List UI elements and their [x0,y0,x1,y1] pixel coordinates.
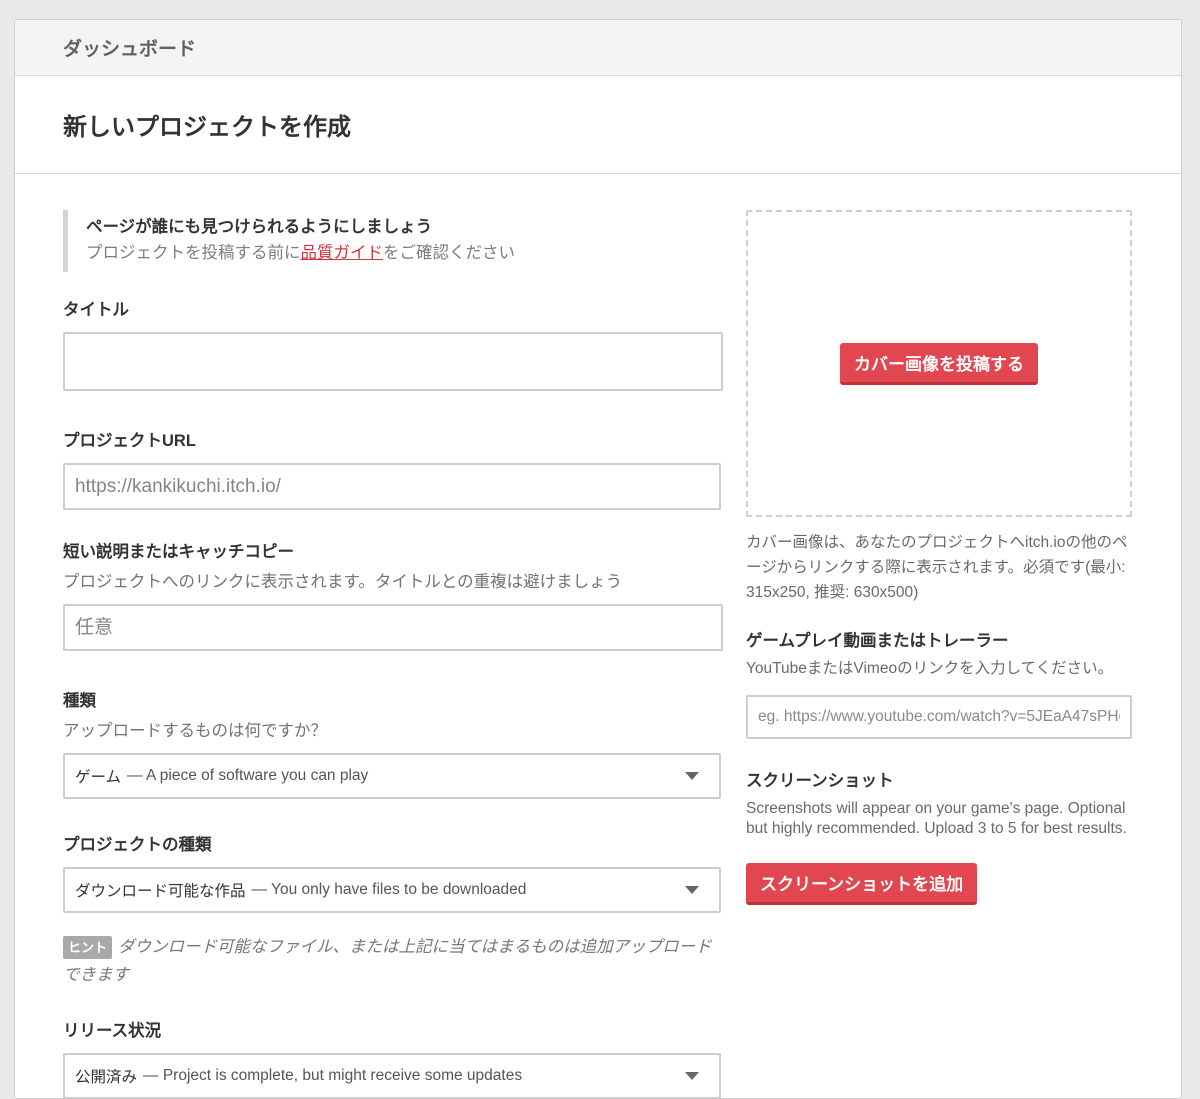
project-type-field: プロジェクトの種類 ダウンロード可能な作品 — You only have fi… [63,833,725,913]
upload-cover-button[interactable]: カバー画像を投稿する [840,342,1038,385]
project-type-selected: ダウンロード可能な作品 [75,883,246,900]
kind-help: アップロードするものは何ですか？ [63,722,327,740]
short-desc-help: プロジェクトへのリンクに表示されます。タイトルとの重複は避けましょう [63,573,623,591]
cover-drop-zone[interactable]: カバー画像を投稿する [746,210,1132,517]
project-panel: ダッシュボード 新しいプロジェクトを作成 ページが誰にも見つけられるようにしまし… [14,19,1182,1099]
kind-selected-desc: — A piece of software you can play [127,767,369,784]
form-right-column: カバー画像を投稿する カバー画像は、あなたのプロジェクトへitch.ioの他のペ… [746,210,1132,905]
project-type-label: プロジェクトの種類 [63,836,212,854]
video-field: ゲームプレイ動画またはトレーラー YouTubeまたはVimeoのリンクを入力し… [746,629,1132,739]
video-label: ゲームプレイ動画またはトレーラー [746,632,1009,650]
title-input[interactable] [63,332,723,391]
short-desc-label: 短い説明またはキャッチコピー [63,543,294,561]
notice-text: プロジェクトを投稿する前に品質ガイドをご確認ください [86,240,725,266]
title-label: タイトル [63,301,129,319]
chevron-down-icon [685,772,699,780]
video-url-input[interactable] [746,695,1132,739]
page-header: 新しいプロジェクトを作成 [15,76,1181,174]
release-select[interactable]: 公開済み — Project is complete, but might re… [63,1053,721,1099]
release-selected: 公開済み [75,1069,138,1086]
project-url-input[interactable] [63,463,721,510]
title-field: タイトル [63,298,725,391]
add-screenshot-button[interactable]: スクリーンショットを追加 [746,863,978,905]
page-title: 新しいプロジェクトを作成 [63,114,351,141]
notice-text-before: プロジェクトを投稿する前に [86,244,301,262]
chevron-down-icon [685,1072,699,1080]
kind-label: 種類 [63,692,96,710]
project-type-select[interactable]: ダウンロード可能な作品 — You only have files to be … [63,867,721,913]
kind-selected: ゲーム [75,769,122,786]
form-left-column: ページが誰にも見つけられるようにしましょう プロジェクトを投稿する前に品質ガイド… [63,210,725,1099]
notice-text-after: をご確認ください [383,244,515,262]
screenshots-help: Screenshots will appear on your game's p… [746,800,1127,837]
screenshots-label: スクリーンショット [746,772,894,790]
cover-note: カバー画像は、あなたのプロジェクトへitch.ioの他のページからリンクする際に… [746,534,1128,601]
screenshots-field: スクリーンショット Screenshots will appear on you… [746,769,1132,905]
chevron-down-icon [685,886,699,894]
video-help: YouTubeまたはVimeoのリンクを入力してください。 [746,660,1114,677]
release-label: リリース状況 [63,1022,162,1040]
hint-badge: ヒント [63,936,113,959]
release-field: リリース状況 公開済み — Project is complete, but m… [63,1019,725,1099]
breadcrumb: ダッシュボード [15,20,1181,76]
breadcrumb-dashboard-link[interactable]: ダッシュボード [63,34,196,61]
kind-field: 種類 アップロードするものは何ですか？ ゲーム — A piece of sof… [63,689,725,799]
url-field: プロジェクトURL [63,429,725,510]
release-selected-desc: — Project is complete, but might receive… [143,1067,523,1084]
quality-notice: ページが誰にも見つけられるようにしましょう プロジェクトを投稿する前に品質ガイド… [63,210,725,272]
short-desc-field: 短い説明またはキャッチコピー プロジェクトへのリンクに表示されます。タイトルとの… [63,540,725,651]
notice-title: ページが誰にも見つけられるようにしましょう [86,218,433,236]
url-label: プロジェクトURL [63,432,196,450]
short-desc-input[interactable] [63,604,723,651]
hint-text: ダウンロード可能なファイル、または上記に当てはまるものは追加アップロードできます [63,938,712,984]
kind-select[interactable]: ゲーム — A piece of software you can play [63,753,721,799]
hint: ヒント ダウンロード可能なファイル、または上記に当てはまるものは追加アップロードで… [63,933,723,989]
project-type-selected-desc: — You only have files to be downloaded [251,881,527,898]
quality-guide-link[interactable]: 品質ガイド [301,244,384,262]
